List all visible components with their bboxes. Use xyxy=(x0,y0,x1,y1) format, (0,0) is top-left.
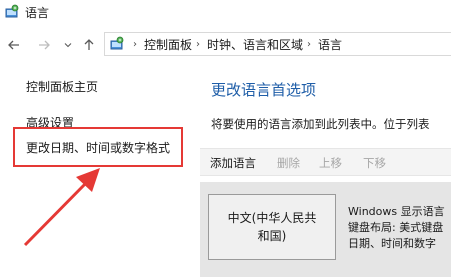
language-detail-display: Windows 显示语言 xyxy=(348,205,445,218)
control-panel-icon xyxy=(109,36,125,52)
control-panel-icon xyxy=(4,4,20,20)
language-window: 语言 › 控制面板 › 时钟、语言和区域 › 语言 控制面板主页 高级设置 更改… xyxy=(0,0,451,277)
forward-arrow-icon[interactable] xyxy=(36,37,52,53)
breadcrumb-clock-language-region[interactable]: 时钟、语言和区域 xyxy=(207,36,303,53)
breadcrumb-separator-icon[interactable]: › xyxy=(133,39,137,50)
remove-language-button[interactable]: 删除 xyxy=(277,155,300,171)
breadcrumb-separator-icon[interactable]: › xyxy=(307,39,311,50)
language-name-button[interactable]: 中文(中华人民共 和国) xyxy=(208,194,336,260)
move-down-button[interactable]: 下移 xyxy=(363,155,386,171)
language-detail-keyboard: 键盘布局: 美式键盘 xyxy=(348,221,444,234)
title-bar: 语言 xyxy=(0,0,451,30)
breadcrumb-control-panel[interactable]: 控制面板 xyxy=(144,36,192,53)
language-toolbar: 添加语言 删除 上移 下移 xyxy=(200,148,451,176)
add-language-button[interactable]: 添加语言 xyxy=(210,155,256,171)
move-up-button[interactable]: 上移 xyxy=(319,155,342,171)
sidebar-item-control-panel-home[interactable]: 控制面板主页 xyxy=(26,78,98,95)
breadcrumb-separator-icon[interactable]: › xyxy=(196,39,200,50)
language-name-line1: 中文(中华人民共 xyxy=(227,211,317,225)
chevron-down-icon[interactable] xyxy=(60,37,76,53)
address-bar[interactable]: › 控制面板 › 时钟、语言和区域 › 语言 xyxy=(104,32,451,56)
window-title: 语言 xyxy=(25,6,50,20)
breadcrumb-language[interactable]: 语言 xyxy=(318,36,342,53)
language-detail-format: 日期、时间和数字 xyxy=(348,237,436,250)
page-description: 将要使用的语言添加到此列表中。位于列表 xyxy=(211,117,430,131)
up-arrow-icon[interactable] xyxy=(81,37,97,53)
highlight-annotation-box xyxy=(13,127,183,167)
page-heading: 更改语言首选项 xyxy=(211,81,317,99)
back-arrow-icon[interactable] xyxy=(6,37,22,53)
language-name-line2: 和国) xyxy=(257,229,287,243)
